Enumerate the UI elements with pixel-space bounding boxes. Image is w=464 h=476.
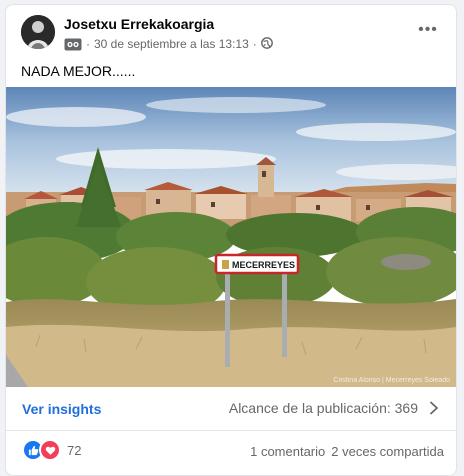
- post-text: NADA MEJOR......: [21, 63, 136, 79]
- post-header: Josetxu Errekakoargia · 30 de septiembre…: [6, 5, 456, 59]
- comments-count[interactable]: 1 comentario: [250, 444, 325, 459]
- post-meta: · 30 de septiembre a las 13:13 ·: [64, 36, 273, 52]
- globe-icon: [260, 36, 273, 52]
- reactions-summary[interactable]: 72: [22, 439, 81, 461]
- insights-badge-icon: [64, 38, 82, 51]
- insights-row: Ver insights Alcance de la publicación: …: [6, 388, 456, 431]
- author-avatar[interactable]: [21, 15, 55, 49]
- chevron-right-icon: [430, 401, 438, 415]
- more-options-icon[interactable]: •••: [416, 21, 440, 39]
- photo-credit: Cristina Alonso | Mecerreyes Soleado: [333, 377, 450, 384]
- post-card: Josetxu Errekakoargia · 30 de septiembre…: [5, 4, 457, 476]
- reach-link[interactable]: Alcance de la publicación: 369: [229, 400, 440, 416]
- meta-separator: ·: [252, 37, 257, 51]
- engagement-stats: 1 comentario 2 veces compartida: [250, 444, 444, 459]
- shares-count[interactable]: 2 veces compartida: [331, 444, 444, 459]
- town-crest-icon: [222, 260, 229, 269]
- post-date[interactable]: 30 de septiembre a las 13:13: [94, 37, 249, 51]
- post-footer: 72 1 comentario 2 veces compartida: [6, 431, 456, 471]
- view-insights-link[interactable]: Ver insights: [22, 401, 101, 417]
- reach-label: Alcance de la publicación: 369: [228, 400, 418, 416]
- author-name[interactable]: Josetxu Errekakoargia: [64, 16, 214, 32]
- love-reaction-icon: [39, 439, 61, 461]
- landscape-image: MECERREYES: [6, 87, 456, 387]
- meta-separator: ·: [86, 37, 90, 51]
- reaction-count: 72: [67, 442, 82, 458]
- town-sign-text: MECERREYES: [232, 260, 295, 270]
- post-photo[interactable]: MECERREYES Cristina Alonso | Mecerreyes …: [6, 87, 456, 387]
